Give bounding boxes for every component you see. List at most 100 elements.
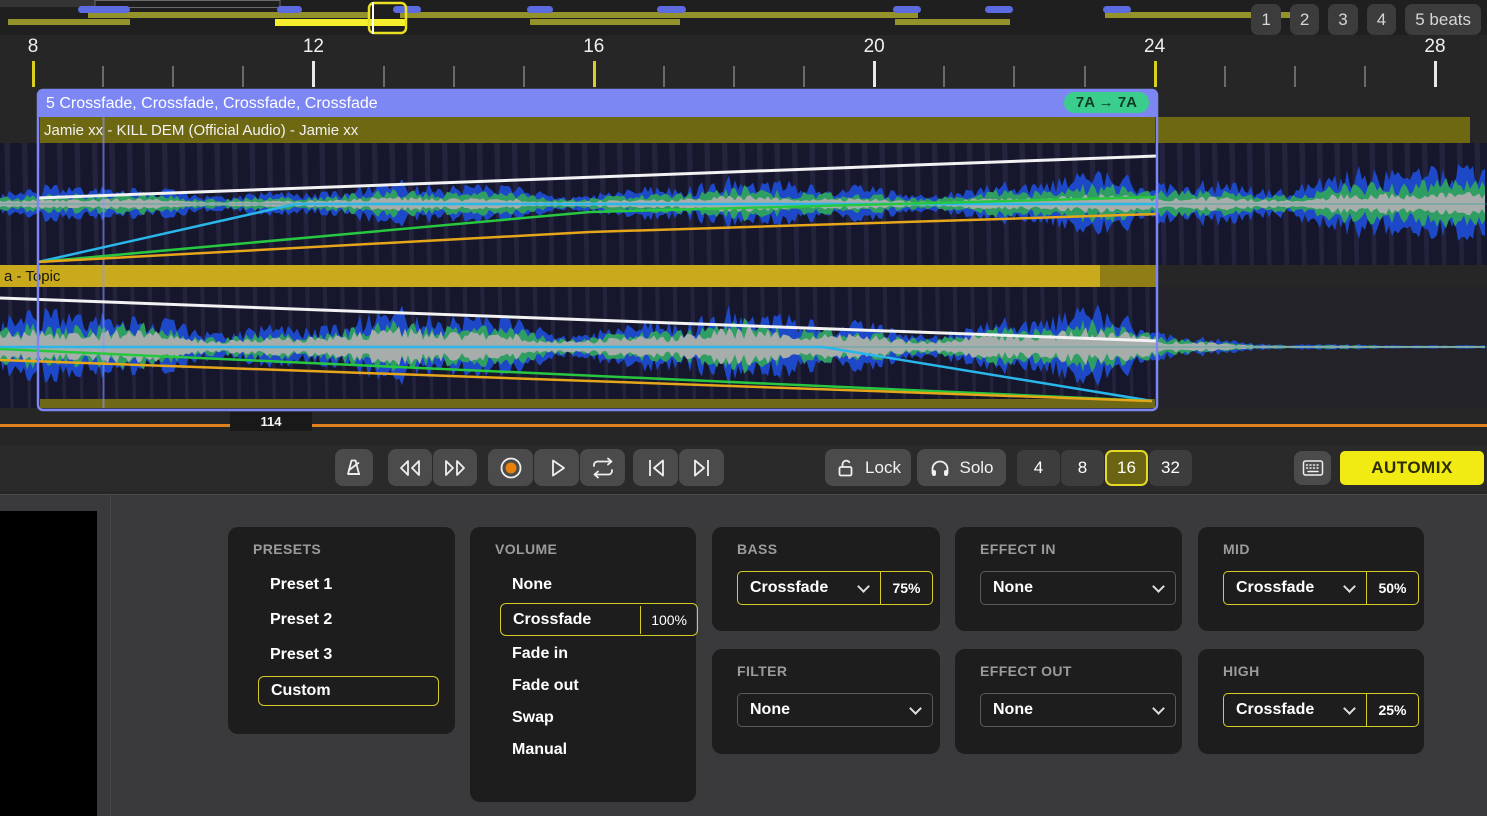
chevron-down-icon [909, 702, 922, 715]
volume-crossfade-percent[interactable]: 100% [640, 606, 697, 634]
mid-select-value: Crossfade [1224, 579, 1345, 597]
mid-select[interactable]: Crossfade 50% [1223, 571, 1419, 605]
volume-option-crossfade-selected[interactable]: Crossfade 100% [500, 603, 698, 636]
rewind-button[interactable] [388, 449, 432, 486]
volume-option-none[interactable]: None [500, 571, 680, 599]
ruler-minor-tick [663, 66, 665, 87]
ruler-minor-tick [1084, 66, 1086, 87]
loop-length-8[interactable]: 8 [1061, 450, 1104, 486]
volume-option-fade-in[interactable]: Fade in [500, 640, 680, 668]
preset-1-option[interactable]: Preset 1 [258, 571, 439, 599]
ruler-major-tick [1154, 61, 1157, 87]
minimap-highlighted-segment [275, 19, 405, 26]
ruler-major-tick [593, 61, 596, 87]
filter-select[interactable]: None [737, 693, 933, 727]
high-select-value: Crossfade [1224, 701, 1345, 719]
ruler-minor-tick [803, 66, 805, 87]
ruler-minor-tick [383, 66, 385, 87]
volume-option-swap[interactable]: Swap [500, 704, 680, 732]
mid-percent[interactable]: 50% [1366, 572, 1418, 604]
timeline-ruler[interactable]: 81216202428 [0, 35, 1487, 88]
high-panel: HIGH Crossfade 25% [1198, 649, 1424, 754]
preset-custom-option-selected[interactable]: Custom [258, 676, 439, 706]
effect-in-select-value: None [981, 579, 1154, 597]
minimap-scroll-hatch [0, 0, 95, 7]
minimap-track-segments [8, 12, 1312, 25]
keyboard-shortcuts-button[interactable] [1294, 451, 1331, 485]
bpm-marker: 114 [230, 412, 312, 431]
transport-bar: Lock Solo 4 8 16 32 AUTOMIX [0, 445, 1487, 492]
ruler-minor-tick [453, 66, 455, 87]
record-icon [498, 455, 524, 481]
headphones-icon [929, 457, 951, 479]
effect-out-select[interactable]: None [980, 693, 1176, 727]
bass-select[interactable]: Crossfade 75% [737, 571, 933, 605]
ruler-beat-label: 24 [1144, 36, 1165, 58]
ruler-beat-label: 12 [303, 36, 324, 58]
track2-title: a - Topic [4, 268, 60, 285]
footer-divider [110, 495, 111, 816]
lock-button[interactable]: Lock [825, 449, 911, 486]
beat-length-3[interactable]: 3 [1328, 4, 1357, 35]
arrangement-area[interactable]: 5 Crossfade, Crossfade, Crossfade, Cross… [0, 88, 1487, 445]
mid-panel: MID Crossfade 50% [1198, 527, 1424, 631]
filter-panel: FILTER None [712, 649, 940, 754]
filter-select-value: None [738, 701, 911, 719]
chevron-down-icon [857, 580, 870, 593]
ruler-minor-tick [523, 66, 525, 87]
ruler-beat-label: 8 [28, 36, 39, 58]
ruler-minor-tick [733, 66, 735, 87]
rewind-icon [397, 457, 423, 479]
fast-forward-button[interactable] [433, 449, 477, 486]
high-select[interactable]: Crossfade 25% [1223, 693, 1419, 727]
automix-button[interactable]: AUTOMIX [1340, 451, 1484, 485]
loop-length-4[interactable]: 4 [1017, 450, 1060, 486]
effect-in-select[interactable]: None [980, 571, 1176, 605]
lock-label: Lock [865, 458, 901, 478]
track1-clip-bar[interactable]: Jamie xx - KILL DEM (Official Audio) - J… [40, 117, 1155, 143]
transition-block-header[interactable]: 5 Crossfade, Crossfade, Crossfade, Cross… [38, 90, 1157, 117]
preset-3-option[interactable]: Preset 3 [258, 641, 439, 669]
preset-2-option[interactable]: Preset 2 [258, 606, 439, 634]
transition-title: 5 Crossfade, Crossfade, Crossfade, Cross… [46, 95, 378, 113]
record-button[interactable] [488, 449, 533, 486]
bass-label: BASS [737, 541, 924, 557]
beat-length-4[interactable]: 4 [1367, 4, 1396, 35]
chevron-down-icon [1152, 580, 1165, 593]
mix-overview-minimap[interactable]: 1 2 3 4 5 beats [0, 0, 1487, 35]
skip-to-end-button[interactable] [679, 449, 724, 486]
high-percent[interactable]: 25% [1366, 694, 1418, 726]
track1-clip-bar-continuation[interactable] [1158, 117, 1470, 143]
track2-clip-bar-overlap[interactable] [1100, 265, 1157, 287]
track1-title: Jamie xx - KILL DEM (Official Audio) - J… [44, 122, 358, 139]
metronome-button[interactable] [335, 449, 373, 486]
solo-button[interactable]: Solo [917, 449, 1006, 486]
ruler-major-tick [873, 61, 876, 87]
ruler-beat-label: 28 [1424, 36, 1445, 58]
track2-clip-bar[interactable]: a - Topic [0, 265, 1100, 287]
bass-percent[interactable]: 75% [880, 572, 932, 604]
skip-to-start-icon [644, 457, 668, 479]
ruler-beat-label: 20 [864, 36, 885, 58]
volume-option-fade-out[interactable]: Fade out [500, 672, 680, 700]
loop-length-32[interactable]: 32 [1149, 450, 1192, 486]
play-icon [545, 456, 569, 480]
keyboard-icon [1302, 459, 1324, 477]
presets-panel: PRESETS Preset 1 Preset 2 Preset 3 Custo… [228, 527, 455, 734]
skip-to-start-button[interactable] [633, 449, 678, 486]
ruler-minor-tick [242, 66, 244, 87]
ruler-minor-tick [1224, 66, 1226, 87]
beat-length-1[interactable]: 1 [1251, 4, 1280, 35]
volume-option-manual[interactable]: Manual [500, 736, 680, 764]
ruler-major-tick [312, 61, 315, 87]
chevron-down-icon [1152, 702, 1165, 715]
beat-length-5-beats[interactable]: 5 beats [1405, 4, 1481, 35]
bass-panel: BASS Crossfade 75% [712, 527, 940, 631]
bass-select-value: Crossfade [738, 579, 859, 597]
loop-length-16[interactable]: 16 [1105, 450, 1148, 486]
chevron-down-icon [1343, 702, 1356, 715]
beat-length-2[interactable]: 2 [1290, 4, 1319, 35]
loop-button[interactable] [580, 449, 625, 486]
play-button[interactable] [534, 449, 579, 486]
ruler-minor-tick [1364, 66, 1366, 87]
